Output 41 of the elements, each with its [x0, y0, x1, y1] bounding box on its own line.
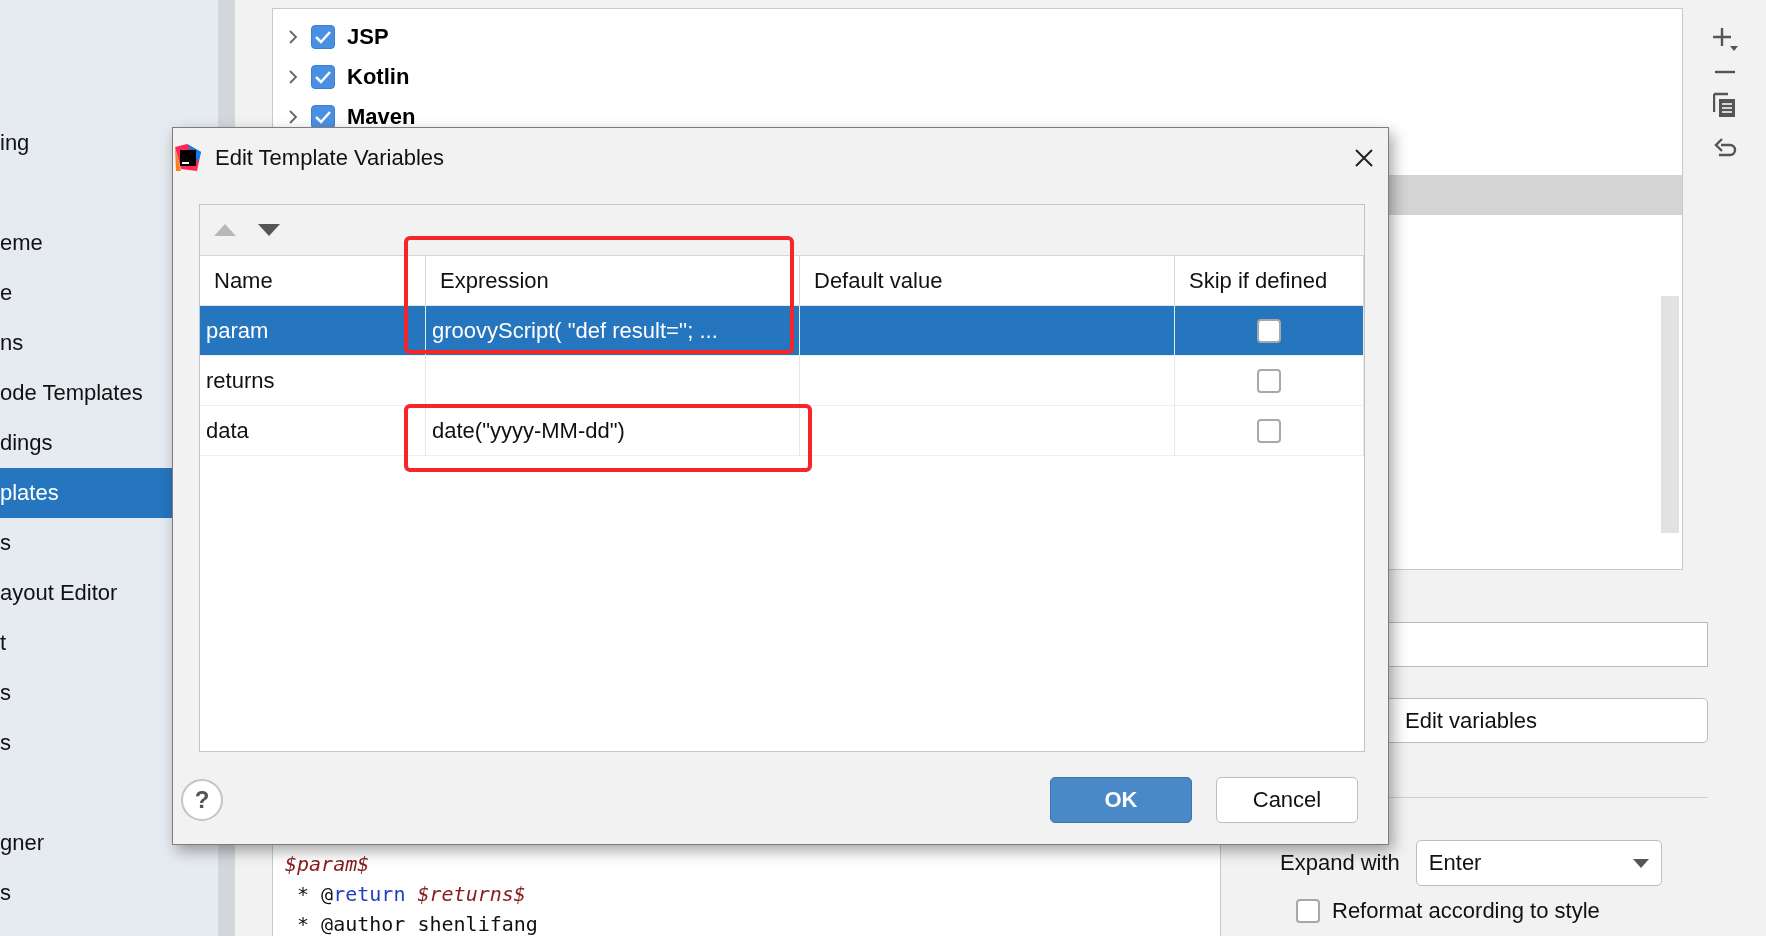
table-cell[interactable]	[800, 306, 1175, 356]
code-line: * @author shenlifang	[296, 911, 539, 936]
tree-item-label: JSP	[347, 24, 389, 50]
table-cell[interactable]	[800, 406, 1175, 456]
close-icon[interactable]	[1354, 148, 1374, 168]
table-cell[interactable]: param	[200, 306, 426, 356]
table-cell[interactable]: data	[200, 406, 426, 456]
checkbox[interactable]	[1257, 418, 1281, 443]
dialog-title: Edit Template Variables	[215, 145, 446, 171]
checkmark-icon	[314, 30, 332, 44]
checkbox[interactable]	[311, 105, 335, 129]
code-line: $param$	[285, 851, 371, 878]
chevron-right-icon[interactable]	[287, 69, 299, 85]
ok-button[interactable]: OK	[1050, 777, 1192, 823]
checkbox[interactable]	[311, 25, 335, 49]
chevron-right-icon[interactable]	[287, 29, 299, 45]
expand-with-dropdown[interactable]: Enter	[1415, 840, 1662, 886]
dropdown-arrow-icon	[1632, 858, 1649, 868]
checkbox[interactable]	[311, 65, 335, 89]
checkbox[interactable]	[1296, 899, 1320, 923]
minus-icon[interactable]	[1713, 70, 1736, 74]
table-cell[interactable]: groovyScript( "def result=''; ...	[426, 306, 800, 356]
sidebar-item[interactable]: s	[0, 868, 218, 918]
table-cell[interactable]: returns	[200, 356, 426, 406]
app-logo-icon	[173, 143, 203, 173]
help-button[interactable]: ?	[181, 779, 223, 821]
checkmark-icon	[314, 110, 332, 124]
reformat-label: Reformat according to style	[1332, 898, 1600, 924]
expand-with-label: Expand with	[1280, 850, 1400, 876]
move-down-icon[interactable]	[258, 224, 280, 236]
tree-item-label: Maven	[347, 104, 416, 130]
add-icon[interactable]	[1711, 26, 1738, 52]
chevron-right-icon[interactable]	[287, 109, 299, 125]
tree-item-label: Kotlin	[347, 64, 410, 90]
checkmark-icon	[314, 70, 332, 84]
cancel-button[interactable]: Cancel	[1216, 777, 1358, 823]
copy-icon[interactable]	[1712, 92, 1737, 118]
scrollbar-thumb[interactable]	[1661, 296, 1679, 533]
checkbox[interactable]	[1257, 318, 1281, 343]
checkbox[interactable]	[1257, 368, 1281, 393]
code-line: * @return $returns$	[296, 881, 527, 908]
